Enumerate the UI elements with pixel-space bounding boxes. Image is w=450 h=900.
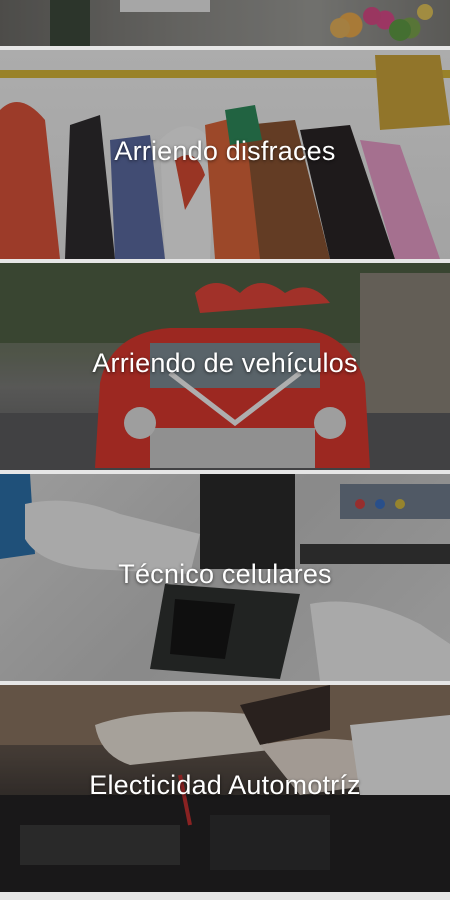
service-tile-partial[interactable] xyxy=(0,0,450,46)
service-title: Técnico celulares xyxy=(118,559,332,589)
service-tile-phone-repair[interactable]: Técnico celulares xyxy=(0,474,450,681)
image-overlay xyxy=(0,0,450,46)
service-title: Arriendo de vehículos xyxy=(92,348,358,378)
service-title: Electicidad Automotríz xyxy=(89,770,361,800)
divider xyxy=(0,892,450,896)
service-title: Arriendo disfraces xyxy=(114,136,336,166)
service-tile-auto-electrical[interactable]: Electicidad Automotríz xyxy=(0,685,450,892)
service-tile-vehicle-rental[interactable]: Arriendo de vehículos xyxy=(0,263,450,470)
services-list: Arriendo disfraces Arriendo de vehículos xyxy=(0,0,450,900)
service-tile-costume-rental[interactable]: Arriendo disfraces xyxy=(0,50,450,259)
